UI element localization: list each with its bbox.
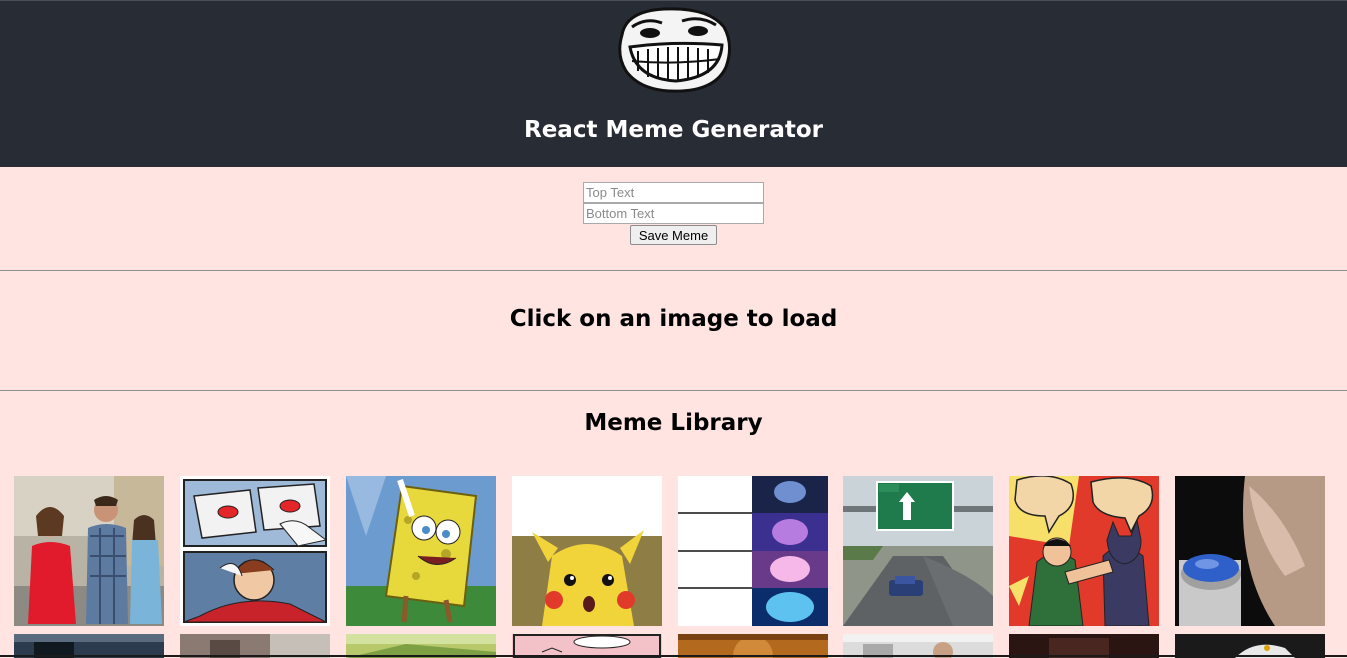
- app-header: React Meme Generator: [0, 0, 1347, 167]
- meme-thumb-two-buttons[interactable]: [180, 476, 330, 626]
- expanding-brain-image: [678, 476, 828, 626]
- two-buttons-image: [180, 476, 330, 626]
- meme-thumb-batman-slap[interactable]: [1009, 476, 1159, 626]
- bottom-text-input[interactable]: [583, 203, 764, 224]
- meme-thumb-expanding-brain[interactable]: [678, 476, 828, 626]
- troll-face-icon: [618, 7, 731, 93]
- page-title: React Meme Generator: [524, 117, 823, 143]
- batman-slapping-robin-image: [1009, 476, 1159, 626]
- meme-thumb-mocking-spongebob[interactable]: [346, 476, 496, 626]
- top-text-input[interactable]: [583, 182, 764, 203]
- divider: [0, 390, 1347, 391]
- mocking-spongebob-image: [346, 476, 496, 626]
- divider: [0, 270, 1347, 271]
- left-exit-off-ramp-image: [843, 476, 993, 626]
- library-title: Meme Library: [584, 410, 763, 436]
- meme-thumb-left-exit[interactable]: [843, 476, 993, 626]
- surprised-pikachu-image: [512, 476, 662, 626]
- preview-prompt: Click on an image to load: [509, 306, 838, 332]
- distracted-boyfriend-image: [14, 476, 164, 626]
- meme-form: Save Meme: [0, 182, 1347, 245]
- meme-thumb-surprised-pikachu[interactable]: [512, 476, 662, 626]
- blank-nut-button-image: [1175, 476, 1325, 626]
- save-meme-button[interactable]: Save Meme: [630, 225, 717, 245]
- meme-thumb-blank-button[interactable]: [1175, 476, 1325, 626]
- meme-thumb-distracted-boyfriend[interactable]: [14, 476, 164, 626]
